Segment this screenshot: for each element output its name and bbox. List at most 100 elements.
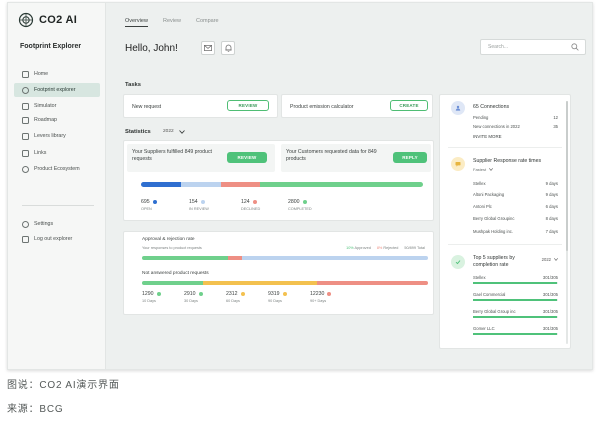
approval-subtitle: Your responses to product requests	[142, 246, 202, 250]
tab-compare[interactable]: Compare	[196, 18, 219, 24]
top-suppliers-year-select[interactable]: 2022	[542, 257, 558, 262]
completion-bar	[473, 299, 557, 301]
row-value: 9 days	[545, 192, 558, 197]
bucket-label: 60 Days	[226, 299, 240, 303]
tab-review[interactable]: Review	[163, 18, 181, 24]
sidebar-title: Footprint Explorer	[20, 43, 82, 50]
status-in-review: 154 IN REVIEW	[189, 199, 209, 211]
bucket-label: 90 Days	[268, 299, 282, 303]
supplier-row: Gomer LLC 301/305	[473, 326, 558, 335]
supplier-row: Stellex 301/305	[473, 275, 558, 284]
bucket-label: 10 Days	[142, 299, 156, 303]
bucket-label: 90+ Days	[310, 299, 327, 303]
sidebar-item-label: Product Ecosystem	[34, 166, 80, 172]
sidebar-item-home[interactable]: Home	[14, 67, 100, 81]
bucket-60-days: 2312 60 Days	[226, 291, 245, 303]
customers-requested-panel: Your Customers requested data for 849 pr…	[281, 144, 431, 172]
sidebar-divider	[22, 205, 94, 206]
not-answered-legend: 1290 10 Days 2910 30 Days 2312 60 Days 9…	[142, 291, 432, 311]
simulator-icon	[22, 102, 29, 110]
status-segment-in-review	[181, 182, 221, 187]
response-time-title: Supplier Response rate times	[473, 158, 542, 164]
filter-value: Fastest	[473, 167, 487, 172]
sidebar-item-levers-library[interactable]: Levers library	[14, 129, 100, 143]
top-suppliers-title: Top 5 suppliers by completion rate	[473, 255, 515, 268]
tab-overview[interactable]: Overview	[125, 18, 148, 27]
status-declined: 124 DECLINED	[241, 199, 260, 211]
scrollbar-thumb[interactable]	[566, 101, 568, 251]
review-request-button[interactable]: REVIEW	[227, 100, 269, 111]
response-filter-select[interactable]: Fastest	[473, 167, 494, 172]
reply-customers-button[interactable]: REPLY	[393, 152, 427, 163]
sidebar-item-label: Levers library	[34, 133, 66, 139]
bucket-90-days: 9319 90 Days	[268, 291, 287, 303]
sidebar-item-links[interactable]: Links	[14, 146, 100, 160]
request-status-bar	[141, 182, 423, 187]
bucket-dot	[156, 291, 161, 296]
sidebar-item-product-ecosystem[interactable]: Product Ecosystem	[14, 162, 100, 176]
row-value: 8 days	[545, 216, 558, 221]
topbar: Overview Review Compare Hello, John! Sea…	[106, 3, 592, 71]
status-declined-dot	[252, 199, 257, 204]
approval-segment-pending	[242, 256, 428, 260]
row-value: 301/305	[542, 309, 558, 314]
response-row: Stellex 9 days	[473, 181, 558, 186]
mail-button[interactable]	[201, 41, 215, 55]
caption-line-1: 图说：CO2 AI演示界面	[7, 380, 120, 391]
supplier-row: Gael Commercial 301/305	[473, 292, 558, 301]
suppliers-fulfilled-text: Your Suppliers fulfilled 849 product req…	[132, 149, 212, 162]
bucket-10-days: 1290 10 Days	[142, 291, 161, 303]
customers-requested-text: Your Customers requested data for 849 pr…	[286, 149, 377, 162]
status-segment-open	[141, 182, 182, 187]
status-completed: 2800 COMPLETED	[288, 199, 312, 211]
row-label: Stellex	[473, 275, 486, 280]
gear-icon	[22, 220, 29, 228]
search-icon	[571, 43, 579, 51]
year-selector[interactable]: 2022	[163, 129, 185, 134]
globe-icon	[22, 86, 29, 94]
row-label: Stellex	[473, 181, 486, 186]
bucket-value: 2312	[226, 291, 238, 297]
row-value: 301/305	[542, 275, 558, 280]
sidebar-item-log-out[interactable]: Log out explorer	[14, 232, 100, 246]
bucket-dot	[198, 291, 203, 296]
approval-segment-approved	[142, 256, 228, 260]
total-legend: 50/899 Total	[404, 246, 425, 250]
row-value: 7 days	[545, 229, 558, 234]
sidebar-item-label: Footprint explorer	[34, 87, 76, 93]
row-label: Berry Global Group inc	[473, 309, 516, 314]
row-value: 35	[553, 124, 558, 129]
link-icon	[22, 149, 29, 157]
task-label: Product emission calculator	[290, 104, 354, 110]
row-value: 12	[553, 115, 558, 120]
sidebar-item-roadmap[interactable]: Roadmap	[14, 113, 100, 127]
sidebar-item-footprint-explorer[interactable]: Footprint explorer	[14, 83, 100, 97]
not-answered-bar	[142, 281, 428, 285]
right-panel-scrollbar[interactable]	[566, 101, 568, 344]
users-icon	[22, 165, 29, 173]
create-calculator-button[interactable]: CREATE	[390, 100, 428, 111]
caption-line-2: 来源：BCG	[7, 404, 64, 415]
sidebar-item-settings[interactable]: Settings	[14, 217, 100, 231]
bucket-value: 2910	[184, 291, 196, 297]
connections-title: 65 Connections	[473, 104, 510, 110]
completion-bar	[473, 333, 557, 335]
invite-more-link[interactable]: INVITE MORE	[473, 134, 502, 139]
notifications-button[interactable]	[221, 41, 235, 55]
approval-title: Approval & rejection rate	[142, 237, 195, 242]
right-panel: 65 Connections Pending 12 New connection…	[439, 94, 571, 349]
sidebar-item-simulator[interactable]: Simulator	[14, 99, 100, 113]
row-value: 301/305	[542, 292, 558, 297]
mail-icon	[204, 45, 212, 51]
sidebar-item-label: Simulator	[34, 103, 57, 109]
not-answered-segment	[172, 281, 203, 285]
chevron-down-icon	[178, 129, 185, 134]
brand[interactable]: CO2 AI	[18, 12, 77, 28]
row-value: 6 days	[545, 204, 558, 209]
divider	[448, 244, 562, 245]
review-suppliers-button[interactable]: REVIEW	[227, 152, 267, 163]
status-declined-value: 124	[241, 199, 250, 205]
response-time-icon	[451, 157, 465, 171]
completion-bar	[473, 316, 557, 318]
search-input[interactable]: Search...	[480, 39, 586, 55]
